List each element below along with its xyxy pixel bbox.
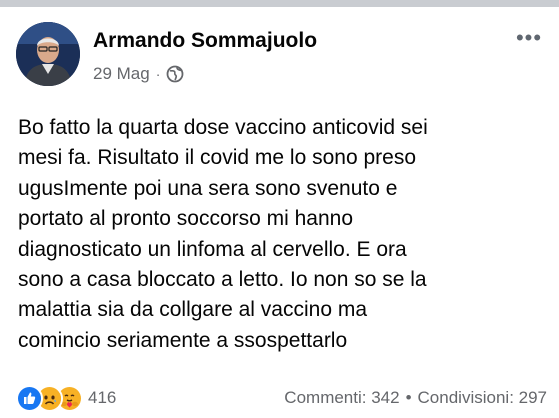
shares-count[interactable]: Condivisioni: 297 (418, 388, 547, 408)
post-text-line: mesi fa. Risultato il covid me lo sono p… (18, 146, 417, 170)
meta-separator: · (155, 66, 161, 82)
avatar[interactable] (16, 22, 80, 86)
avatar-image (16, 22, 80, 86)
comments-count[interactable]: Commenti: 342 (284, 388, 399, 408)
engagement-counts: Commenti: 342 • Condivisioni: 297 (284, 388, 547, 408)
post-text-line: Bo fatto la quarta dose vaccino anticovi… (18, 116, 428, 139)
post-meta: 29 Mag · (93, 63, 184, 85)
post-header: Armando Sommajuolo 29 Mag · ••• (16, 22, 546, 92)
more-dots-icon: ••• (515, 25, 543, 50)
post-text: Bo fatto la quarta dose vaccino anticovi… (18, 113, 546, 356)
reaction-count: 416 (88, 388, 117, 407)
post-text-line: diagnosticato un linfoma al cervello. E … (18, 237, 407, 261)
like-icon (16, 384, 43, 412)
globe-icon[interactable] (166, 65, 184, 83)
author-name[interactable]: Armando Sommajuolo (93, 29, 317, 53)
counts-separator: • (405, 388, 412, 407)
reactions-summary[interactable]: 416 (16, 384, 117, 412)
post-text-line: malattia sia da collgare al vaccino ma (18, 298, 368, 322)
more-options-button[interactable]: ••• (514, 25, 544, 50)
post-text-line: comincio seriamente a ssospettarlo (18, 328, 348, 352)
post-text-line: portato al pronto soccorso mi hanno (18, 207, 354, 231)
top-divider (0, 0, 559, 7)
post-text-line: sono a casa bloccato a letto. Io non so … (18, 268, 427, 292)
post-footer: 416 Commenti: 342 • Condivisioni: 297 (16, 384, 547, 412)
post-date[interactable]: 29 Mag (93, 64, 150, 84)
post-text-line: ugusImente poi una sera sono svenuto e (18, 176, 398, 200)
